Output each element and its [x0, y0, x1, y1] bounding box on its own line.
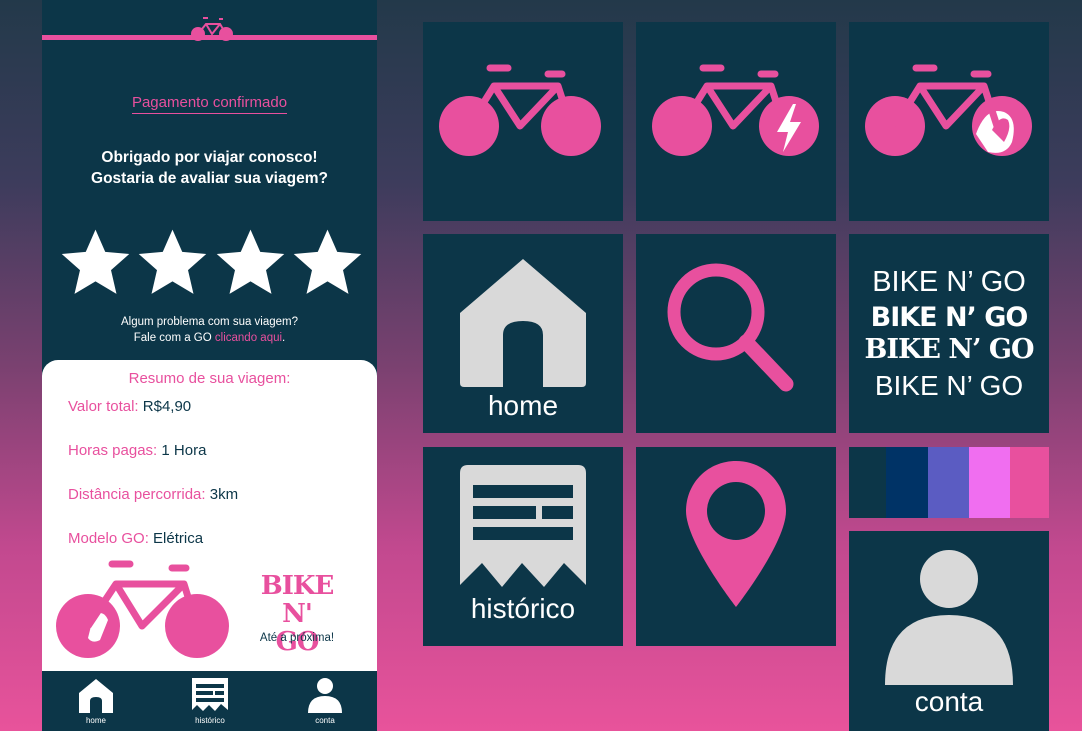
star-icon[interactable]	[291, 226, 364, 299]
nav-home-label: home	[85, 716, 106, 725]
thanks-line-1: Obrigado por viajar conosco!	[101, 149, 318, 166]
summary-value: Elétrica	[153, 530, 204, 547]
payment-confirmed-title: Pagamento confirmado	[42, 92, 377, 114]
problem-question: Algum problema com sua viagem?	[120, 316, 299, 328]
problem-help: Algum problema com sua viagem? Fale com …	[42, 314, 377, 346]
palette-swatch-1	[849, 447, 886, 518]
summary-title: Resumo de sua viagem:	[128, 370, 291, 387]
contact-link[interactable]: clicando aqui	[215, 332, 282, 344]
header-divider	[42, 35, 377, 40]
user-icon	[885, 550, 1013, 685]
palette-swatch-4	[969, 447, 1010, 518]
payment-confirmed-text: Pagamento confirmado	[131, 94, 288, 114]
tile-bike	[423, 22, 623, 221]
nav-account[interactable]: conta	[290, 677, 360, 725]
tile-brand-typography: BIKE N’ GO BIKE N’ GO BIKE N’ GO BIKE N’…	[849, 234, 1049, 433]
problem-prefix: Fale com a GO	[133, 332, 215, 344]
brand-text-regular: BIKE N’ GO	[872, 266, 1026, 298]
palette-swatch-2	[886, 447, 928, 518]
star-icon[interactable]	[59, 226, 132, 299]
brand-logo-line-1: BIKE N'	[260, 571, 335, 629]
bike-icon	[439, 64, 601, 156]
thanks-message: Obrigado por viajar conosco! Gostaria de…	[42, 147, 377, 189]
summary-label: Modelo GO:	[68, 530, 149, 547]
bottom-navigation: home histórico conta	[42, 671, 377, 731]
home-icon	[79, 679, 113, 713]
summary-row-model: Modelo GO: Elétrica	[68, 530, 203, 547]
user-icon	[308, 678, 342, 713]
receipt-icon	[192, 678, 228, 711]
nav-history-label: histórico	[195, 716, 225, 725]
location-pin-icon	[686, 461, 786, 607]
summary-label: Distância percorrida:	[68, 486, 206, 503]
receipt-icon	[460, 465, 586, 587]
phone-screen: Pagamento confirmado Obrigado por viajar…	[42, 0, 377, 731]
problem-suffix: .	[282, 332, 286, 344]
tile-home-label: home	[487, 390, 559, 421]
palette-swatch-5	[1010, 447, 1049, 518]
palette-swatch-3	[928, 447, 969, 518]
electric-bike-icon	[652, 64, 819, 156]
summary-row-total: Valor total: R$4,90	[68, 398, 191, 415]
rating-stars	[59, 226, 364, 300]
brand-text-serif: BIKE N’ GO	[864, 334, 1035, 365]
tile-history: histórico	[423, 447, 623, 646]
tile-electric-bike	[636, 22, 836, 221]
home-icon	[460, 259, 586, 387]
tile-hybrid-bike	[849, 22, 1049, 221]
star-icon[interactable]	[214, 226, 287, 299]
search-icon	[667, 263, 794, 392]
trip-summary-card: Resumo de sua viagem: Valor total: R$4,9…	[42, 360, 377, 680]
nav-home[interactable]: home	[61, 677, 131, 725]
summary-label: Valor total:	[68, 398, 139, 415]
problem-contact: Fale com a GO clicando aqui.	[42, 330, 377, 346]
summary-value: 1 Hora	[161, 442, 207, 459]
tile-search	[636, 234, 836, 433]
tile-history-label: histórico	[470, 593, 576, 624]
nav-history[interactable]: histórico	[175, 677, 245, 725]
summary-label: Horas pagas:	[68, 442, 158, 459]
hybrid-bike-icon	[56, 560, 229, 658]
tile-account-label: conta	[914, 686, 984, 717]
nav-account-label: conta	[315, 716, 335, 725]
brand-text-light: BIKE N’ GO	[874, 370, 1024, 401]
tile-account: conta	[849, 531, 1049, 731]
brand-text-heavy: BIKE N’ GO	[870, 302, 1029, 333]
summary-row-hours: Horas pagas: 1 Hora	[68, 442, 206, 459]
summary-value: R$4,90	[142, 398, 192, 415]
hybrid-bike-icon	[865, 64, 1032, 156]
farewell-text: Até a próxima!	[259, 632, 335, 644]
summary-row-distance: Distância percorrida: 3km	[68, 486, 238, 503]
tile-location	[636, 447, 836, 646]
thanks-line-2: Gostaria de avaliar sua viagem?	[91, 170, 328, 187]
tile-home: home	[423, 234, 623, 433]
star-icon[interactable]	[136, 226, 209, 299]
summary-value: 3km	[209, 486, 239, 503]
